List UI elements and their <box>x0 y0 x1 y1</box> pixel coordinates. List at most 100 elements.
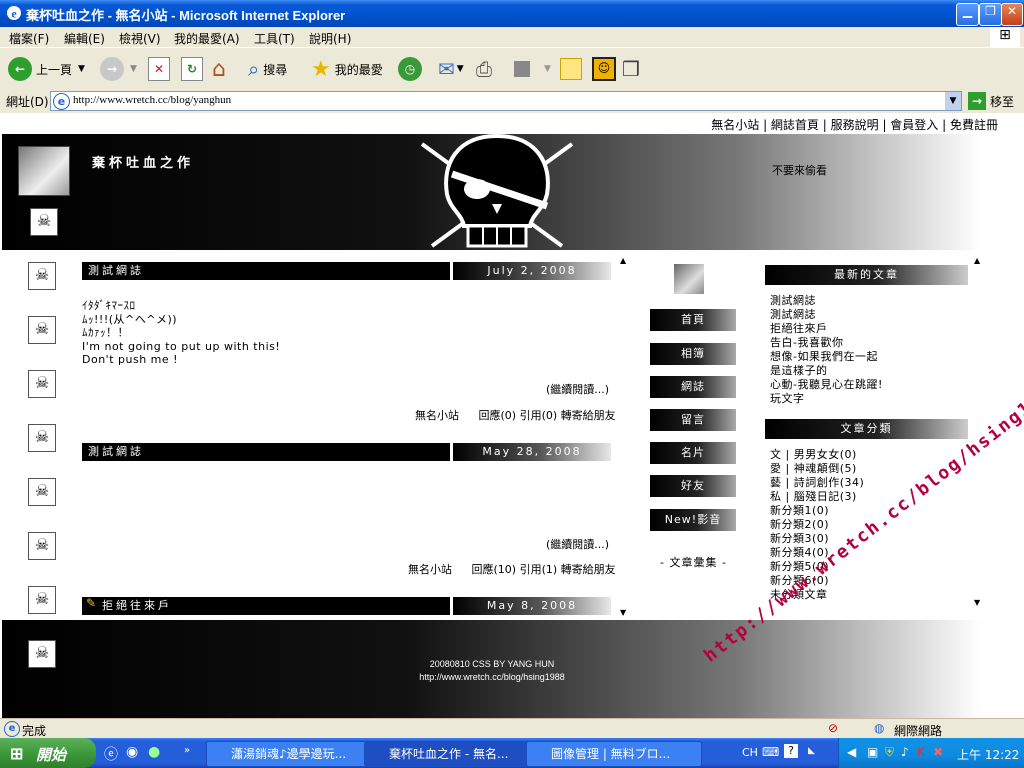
taskbar-task[interactable]: 圖像管理 | 無料ブロ... <box>526 741 702 767</box>
nav-profile[interactable]: 名片 <box>650 442 736 464</box>
category-item[interactable]: 新分類2(0) <box>770 518 864 532</box>
quicklaunch-expand-icon[interactable]: » <box>184 745 190 756</box>
avatar[interactable] <box>18 146 70 196</box>
quicklaunch-player-icon[interactable]: ● <box>148 744 160 760</box>
discuss-button[interactable] <box>560 54 582 84</box>
network-icon[interactable]: ▣ <box>867 745 878 759</box>
menu-view[interactable]: 檢視(V) <box>119 30 161 47</box>
search-button[interactable]: ⌕ 搜尋 <box>248 54 287 84</box>
nav-collection[interactable]: - 文章彙集 - <box>660 554 727 570</box>
footer-url[interactable]: http://www.wretch.cc/blog/hsing1988 <box>372 671 612 684</box>
research-button[interactable]: ❒ <box>622 54 640 84</box>
print-button[interactable]: ⎙ <box>476 54 492 84</box>
category-item[interactable]: 新分類1(0) <box>770 504 864 518</box>
start-button[interactable]: ⊞ 開始 <box>0 738 96 768</box>
sidebar-scroll-up-icon[interactable]: ▲ <box>974 256 980 265</box>
menu-help[interactable]: 說明(H) <box>309 30 351 47</box>
topnav-blog-home[interactable]: 網誌首頁 <box>771 118 819 132</box>
mail-button[interactable]: ✉ ▼ <box>438 54 464 84</box>
nav-home[interactable]: 首頁 <box>650 309 736 331</box>
recent-post-item[interactable]: 測試網誌 <box>770 294 883 308</box>
recent-post-item[interactable]: 是這樣子的 <box>770 364 883 378</box>
nav-avatar[interactable] <box>674 264 704 294</box>
post-title[interactable]: 測試網誌 <box>82 443 450 461</box>
recent-post-item[interactable]: 心動-我聽見心在跳躍! <box>770 378 883 392</box>
read-more-link[interactable]: (繼續閱讀...) <box>546 536 609 552</box>
post-body: ｲﾀﾀﾞｷﾏｰｽﾛ ﾑｯ!!!(从^ヘ^メ)) ﾑｶｧｯ！！ I'm not g… <box>82 299 280 367</box>
volume-icon[interactable]: ♪ <box>901 745 909 759</box>
menu-tools[interactable]: 工具(T) <box>254 30 295 47</box>
topnav-wretch[interactable]: 無名小站 <box>711 118 759 132</box>
quicklaunch-ie-icon[interactable]: ⓔ <box>104 744 118 764</box>
post-forward-link[interactable]: 轉寄給朋友 <box>561 563 616 576</box>
mail-dropdown-icon[interactable]: ▼ <box>457 64 464 74</box>
scroll-up-icon[interactable]: ▲ <box>620 256 626 265</box>
taskbar-task-active[interactable]: 棄杯吐血之作 - 無名... <box>364 741 546 767</box>
history-button[interactable]: ◷ <box>398 54 422 84</box>
post-comments-link[interactable]: 回應(0) <box>479 409 517 422</box>
window-title-bar[interactable]: e 棄杯吐血之作 - 無名小站 - Microsoft Internet Exp… <box>0 0 1024 27</box>
nav-guestbook[interactable]: 留言 <box>650 409 736 431</box>
post-title[interactable]: 拒絕往來戶 <box>82 597 450 615</box>
category-item[interactable]: 愛 | 神魂顛倒(5) <box>770 462 864 476</box>
back-button[interactable]: ← 上一頁 ▼ <box>8 54 85 84</box>
minimize-button[interactable]: ▁ <box>956 3 979 26</box>
nav-video[interactable]: New!影音 <box>650 509 736 531</box>
topnav-register[interactable]: 免費註冊 <box>950 118 998 132</box>
close-button[interactable]: ✕ <box>1001 3 1023 26</box>
alert-icon[interactable]: ✖ <box>933 745 943 759</box>
recent-post-item[interactable]: 告白-我喜歡你 <box>770 336 883 350</box>
menu-edit[interactable]: 編輯(E) <box>64 30 105 47</box>
topnav-login[interactable]: 會員登入 <box>890 118 938 132</box>
address-url[interactable]: http://www.wretch.cc/blog/yanghun <box>73 94 231 106</box>
recent-post-item[interactable]: 玩文字 <box>770 392 883 406</box>
scroll-down-icon[interactable]: ▼ <box>620 608 626 617</box>
address-dropdown-icon[interactable]: ▼ <box>945 92 961 110</box>
quicklaunch-media-icon[interactable]: ◉ <box>126 744 138 760</box>
stop-button[interactable]: ✕ <box>148 54 170 84</box>
recent-post-item[interactable]: 想像-如果我們在一起 <box>770 350 883 364</box>
nav-blog[interactable]: 網誌 <box>650 376 736 398</box>
forward-button[interactable]: → ▼ <box>100 54 137 84</box>
research-icon: ❒ <box>622 57 640 81</box>
help-icon[interactable]: ? <box>784 744 798 758</box>
security-shield-icon[interactable]: ⛨ <box>885 745 894 760</box>
restore-button[interactable]: ❐ <box>979 3 1002 26</box>
ime-indicator[interactable]: CH <box>742 746 758 759</box>
recent-post-item[interactable]: 拒絕往來戶 <box>770 322 883 336</box>
post-footer-site[interactable]: 無名小站 <box>408 563 452 576</box>
recent-post-item[interactable]: 測試網誌 <box>770 308 883 322</box>
post-footer-site[interactable]: 無名小站 <box>415 409 459 422</box>
read-more-link[interactable]: (繼續閱讀...) <box>546 381 609 397</box>
go-button[interactable]: → 移至 <box>968 91 1014 111</box>
post-trackback-link[interactable]: 引用(1) <box>520 563 558 576</box>
category-item[interactable]: 私 | 腦殘日記(3) <box>770 490 864 504</box>
home-button[interactable]: ⌂ <box>212 54 226 84</box>
tray-expand-icon[interactable]: ◀ <box>847 745 856 759</box>
ime-menu-icon[interactable]: ◣ <box>808 746 815 756</box>
category-item[interactable]: 藝 | 詩詞創作(34) <box>770 476 864 490</box>
category-item[interactable]: 文 | 男男女女(0) <box>770 448 864 462</box>
sidebar-scroll-down-icon[interactable]: ▼ <box>974 598 980 607</box>
clock[interactable]: 上午 12:22 <box>957 746 1019 763</box>
messenger-button[interactable]: ☺ <box>592 54 616 84</box>
post-comments-link[interactable]: 回應(10) <box>472 563 517 576</box>
favorites-button[interactable]: ★ 我的最愛 <box>311 54 383 84</box>
edit-dropdown-icon[interactable]: ▼ <box>544 64 551 74</box>
address-field[interactable]: e http://www.wretch.cc/blog/yanghun ▼ <box>50 91 962 111</box>
edit-button[interactable]: ▼ <box>514 54 551 84</box>
refresh-button[interactable]: ↻ <box>181 54 203 84</box>
nav-album[interactable]: 相簿 <box>650 343 736 365</box>
menu-file[interactable]: 檔案(F) <box>9 30 49 47</box>
blog-title[interactable]: 棄杯吐血之作 <box>92 152 194 171</box>
nav-friends[interactable]: 好友 <box>650 475 736 497</box>
post-trackback-link[interactable]: 引用(0) <box>520 409 558 422</box>
antivirus-icon[interactable]: K <box>917 745 925 759</box>
back-dropdown-icon[interactable]: ▼ <box>78 64 85 74</box>
taskbar-task[interactable]: 瀟湯銷魂♪邊學邊玩... <box>206 741 382 767</box>
topnav-service[interactable]: 服務說明 <box>831 118 879 132</box>
keyboard-icon[interactable]: ⌨ <box>762 745 779 759</box>
post-forward-link[interactable]: 轉寄給朋友 <box>561 409 616 422</box>
menu-favorites[interactable]: 我的最愛(A) <box>174 30 240 47</box>
post-title[interactable]: 測試網誌 <box>82 262 450 280</box>
